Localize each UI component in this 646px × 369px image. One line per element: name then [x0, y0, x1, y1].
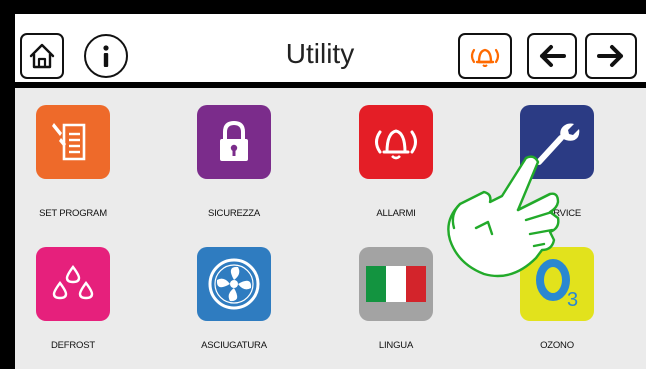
italy-flag-icon	[366, 266, 426, 302]
lock-icon	[220, 120, 248, 161]
set-program-tile[interactable]	[36, 105, 110, 179]
set-program-icon	[52, 123, 86, 161]
fan-icon	[208, 258, 260, 310]
defrost-label: DEFROST	[51, 340, 95, 351]
alarm-button[interactable]	[458, 33, 512, 79]
page-title: Utility	[285, 38, 355, 69]
lingua-tile[interactable]	[359, 247, 433, 321]
sicurezza-label: SICUREZZA	[207, 208, 261, 219]
ozono-label: OZONO	[540, 340, 574, 351]
sicurezza-tile[interactable]	[197, 105, 271, 179]
asciugatura-tile[interactable]	[197, 247, 271, 321]
header-bar: Utility	[15, 14, 646, 82]
lingua-label: LINGUA	[378, 340, 414, 351]
set-program-label: SET PROGRAM	[39, 208, 107, 219]
arrow-left-icon	[540, 45, 566, 67]
asciugatura-label: ASCIUGATURA	[201, 340, 267, 351]
alarm-bell-icon	[375, 129, 417, 160]
home-button[interactable]	[20, 33, 64, 79]
alarm-bell-icon	[470, 48, 500, 67]
arrow-right-icon	[597, 45, 623, 67]
info-icon	[103, 45, 109, 67]
defrost-tile[interactable]	[36, 247, 110, 321]
home-icon	[29, 43, 55, 69]
forward-button[interactable]	[585, 33, 637, 79]
info-button[interactable]	[84, 34, 128, 78]
back-button[interactable]	[527, 33, 577, 79]
water-drops-icon	[52, 264, 94, 300]
allarmi-tile[interactable]	[359, 105, 433, 179]
device-screen: Utility SET PROGRAM SICUREZZA ALLARMI SE…	[0, 0, 646, 369]
tap-hand-icon	[447, 155, 560, 278]
svg-text:3: 3	[567, 289, 578, 311]
